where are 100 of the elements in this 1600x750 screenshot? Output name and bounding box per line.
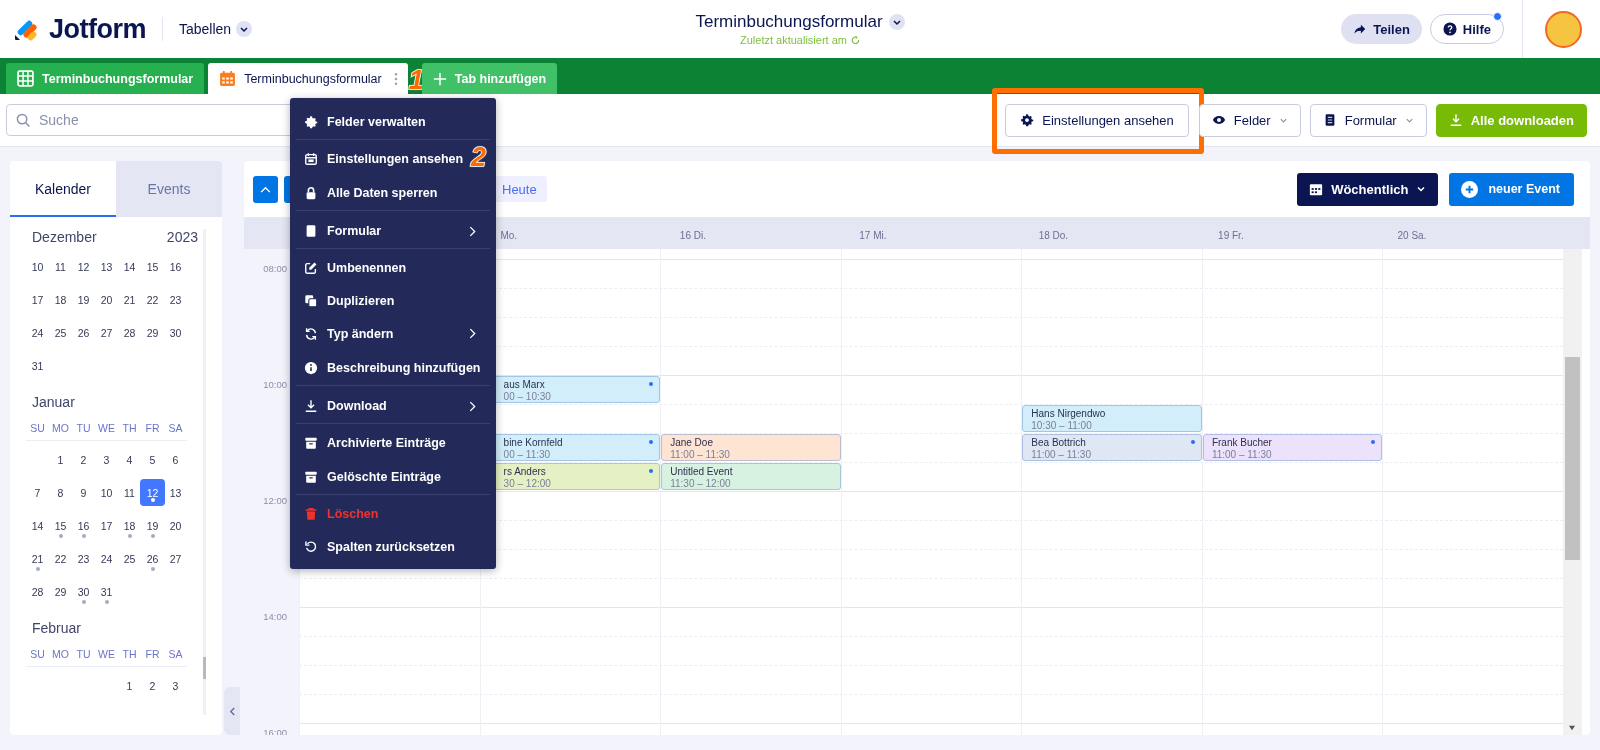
calendar-day[interactable]: 17 (25, 286, 50, 313)
calendar-day[interactable]: 16 (163, 253, 188, 280)
collapse-button[interactable] (224, 687, 240, 735)
menu-item[interactable]: Download (296, 388, 490, 424)
calendar-day[interactable]: 4 (117, 446, 142, 473)
menu-item[interactable]: Spalten zurücksetzen (296, 530, 490, 563)
event-card[interactable]: Jane Doe 11:00 – 11:30 (661, 434, 841, 461)
sidebar-tab[interactable]: Events (116, 161, 222, 217)
calendar-day[interactable]: 12 (140, 479, 165, 506)
menu-item[interactable]: Alle Daten sperren (296, 175, 490, 211)
calendar-day[interactable]: 8 (48, 479, 73, 506)
weekday-label: SA (167, 422, 184, 434)
event-card[interactable]: Bea Bottrich 11:00 – 11:30 (1022, 434, 1202, 461)
calendar-day[interactable]: 31 (94, 578, 119, 605)
menu-item[interactable]: Typ ändern (296, 317, 490, 350)
event-card[interactable]: Hans Nirgendwo 10:30 – 11:00 (1022, 405, 1202, 432)
calendar-day[interactable]: 7 (25, 479, 50, 506)
event-card[interactable]: Frank Bucher 11:00 – 11:30 (1202, 434, 1383, 461)
calendar-day[interactable]: 11 (48, 253, 73, 280)
refresh-icon (304, 326, 318, 341)
calendar-day[interactable]: 19 (140, 512, 165, 539)
calendar-day[interactable]: 2 (71, 446, 96, 473)
calendar-day[interactable]: 20 (94, 286, 119, 313)
toolbar-button[interactable]: Felder (1198, 103, 1301, 137)
toolbar-button[interactable]: Formular (1309, 103, 1427, 137)
calendar-day[interactable]: 25 (117, 545, 142, 572)
calendar-day[interactable]: 12 (71, 253, 96, 280)
calendar-day[interactable]: 29 (48, 578, 73, 605)
search-icon (16, 113, 31, 128)
calendar-day[interactable]: 14 (117, 253, 142, 280)
calendar-day[interactable]: 15 (48, 512, 73, 539)
calendar-day[interactable]: 19 (71, 286, 96, 313)
calendar-day[interactable]: 24 (25, 319, 50, 346)
calendar-day[interactable]: 29 (140, 319, 165, 346)
calendar-day[interactable]: 21 (117, 286, 142, 313)
calendar-day[interactable]: 20 (163, 512, 188, 539)
calendar-day[interactable]: 22 (48, 545, 73, 572)
calendar-day[interactable]: 25 (48, 319, 73, 346)
menu-item[interactable]: Felder verwalten (296, 104, 490, 140)
workspace-dropdown[interactable]: Tabellen (179, 21, 253, 37)
weekday-label: TH (121, 422, 138, 434)
menu-item[interactable]: Duplizieren (296, 284, 490, 317)
calendar-day[interactable]: 28 (117, 319, 142, 346)
calendar-day[interactable]: 13 (163, 479, 188, 506)
logo-text[interactable]: Jotform (49, 13, 146, 45)
menu-item[interactable]: Beschreibung hinzufügen (296, 350, 490, 386)
help-button[interactable]: Hilfe (1429, 14, 1504, 44)
calendar-day[interactable]: 18 (117, 512, 142, 539)
calendar-day[interactable]: 13 (94, 253, 119, 280)
calendar-day[interactable]: 1 (48, 446, 73, 473)
calendar-day[interactable]: 3 (94, 446, 119, 473)
menu-item[interactable]: Einstellungen ansehen 2 (296, 142, 490, 175)
calendar-day[interactable]: 22 (140, 286, 165, 313)
calendar-day[interactable]: 30 (163, 319, 188, 346)
more-icon[interactable] (393, 71, 398, 86)
calendar-day[interactable]: 18 (48, 286, 73, 313)
calendar-day[interactable]: 28 (25, 578, 50, 605)
calendar-day[interactable]: 27 (94, 319, 119, 346)
weekday-label: FR (144, 648, 161, 660)
menu-item[interactable]: Formular (296, 213, 490, 249)
calendar-day[interactable]: 17 (94, 512, 119, 539)
toolbar-button[interactable]: Einstellungen ansehen (1005, 103, 1189, 137)
day-header: 20 Sa. (1397, 230, 1427, 241)
calendar-day[interactable]: 2 (140, 672, 165, 699)
calendar-day[interactable]: 14 (25, 512, 50, 539)
share-icon (1353, 22, 1368, 36)
scrollbar-thumb[interactable] (203, 657, 206, 679)
calendar-day[interactable]: 3 (163, 672, 188, 699)
form-title[interactable]: Terminbuchungsformular (695, 12, 905, 32)
calendar-day[interactable]: 26 (71, 319, 96, 346)
new-event-button[interactable]: neuer Event (1449, 172, 1574, 206)
calendar-day[interactable]: 9 (71, 479, 96, 506)
calendar-day[interactable]: 15 (140, 253, 165, 280)
day-header: 16 Di. (679, 230, 706, 241)
calendar-day[interactable]: 1 (117, 672, 142, 699)
calendar-day[interactable]: 10 (94, 479, 119, 506)
calendar-day[interactable]: 10 (25, 253, 50, 280)
menu-item[interactable]: Gelöschte Einträge (296, 459, 490, 495)
archive-icon (304, 435, 318, 450)
calendar-day[interactable]: 31 (25, 352, 50, 379)
calendar-day[interactable]: 23 (71, 545, 96, 572)
scrollbar-thumb[interactable] (1565, 357, 1580, 560)
calendar-day[interactable]: 27 (163, 545, 188, 572)
calendar-day[interactable]: 21 (25, 545, 50, 572)
calendar-day[interactable]: 26 (140, 545, 165, 572)
tab[interactable]: Terminbuchungsformular (208, 63, 408, 94)
calendar-day[interactable]: 23 (163, 286, 188, 313)
scroll-down-icon[interactable] (1568, 725, 1576, 731)
calendar-day[interactable]: 5 (140, 446, 165, 473)
avatar[interactable] (1545, 10, 1582, 48)
calendar-day[interactable]: 6 (163, 446, 188, 473)
event-card[interactable]: Untitled Event 11:30 – 12:00 (661, 463, 841, 490)
menu-item[interactable]: Umbenennen (296, 251, 490, 284)
share-button[interactable]: Teilen (1341, 14, 1422, 44)
calendar-day[interactable]: 11 (117, 479, 142, 506)
calendar-day[interactable]: 16 (71, 512, 96, 539)
calendar-day[interactable]: 30 (71, 578, 96, 605)
view-dropdown[interactable]: Wöchentlich (1297, 172, 1439, 206)
previous-button[interactable] (253, 175, 278, 203)
calendar-day[interactable]: 24 (94, 545, 119, 572)
